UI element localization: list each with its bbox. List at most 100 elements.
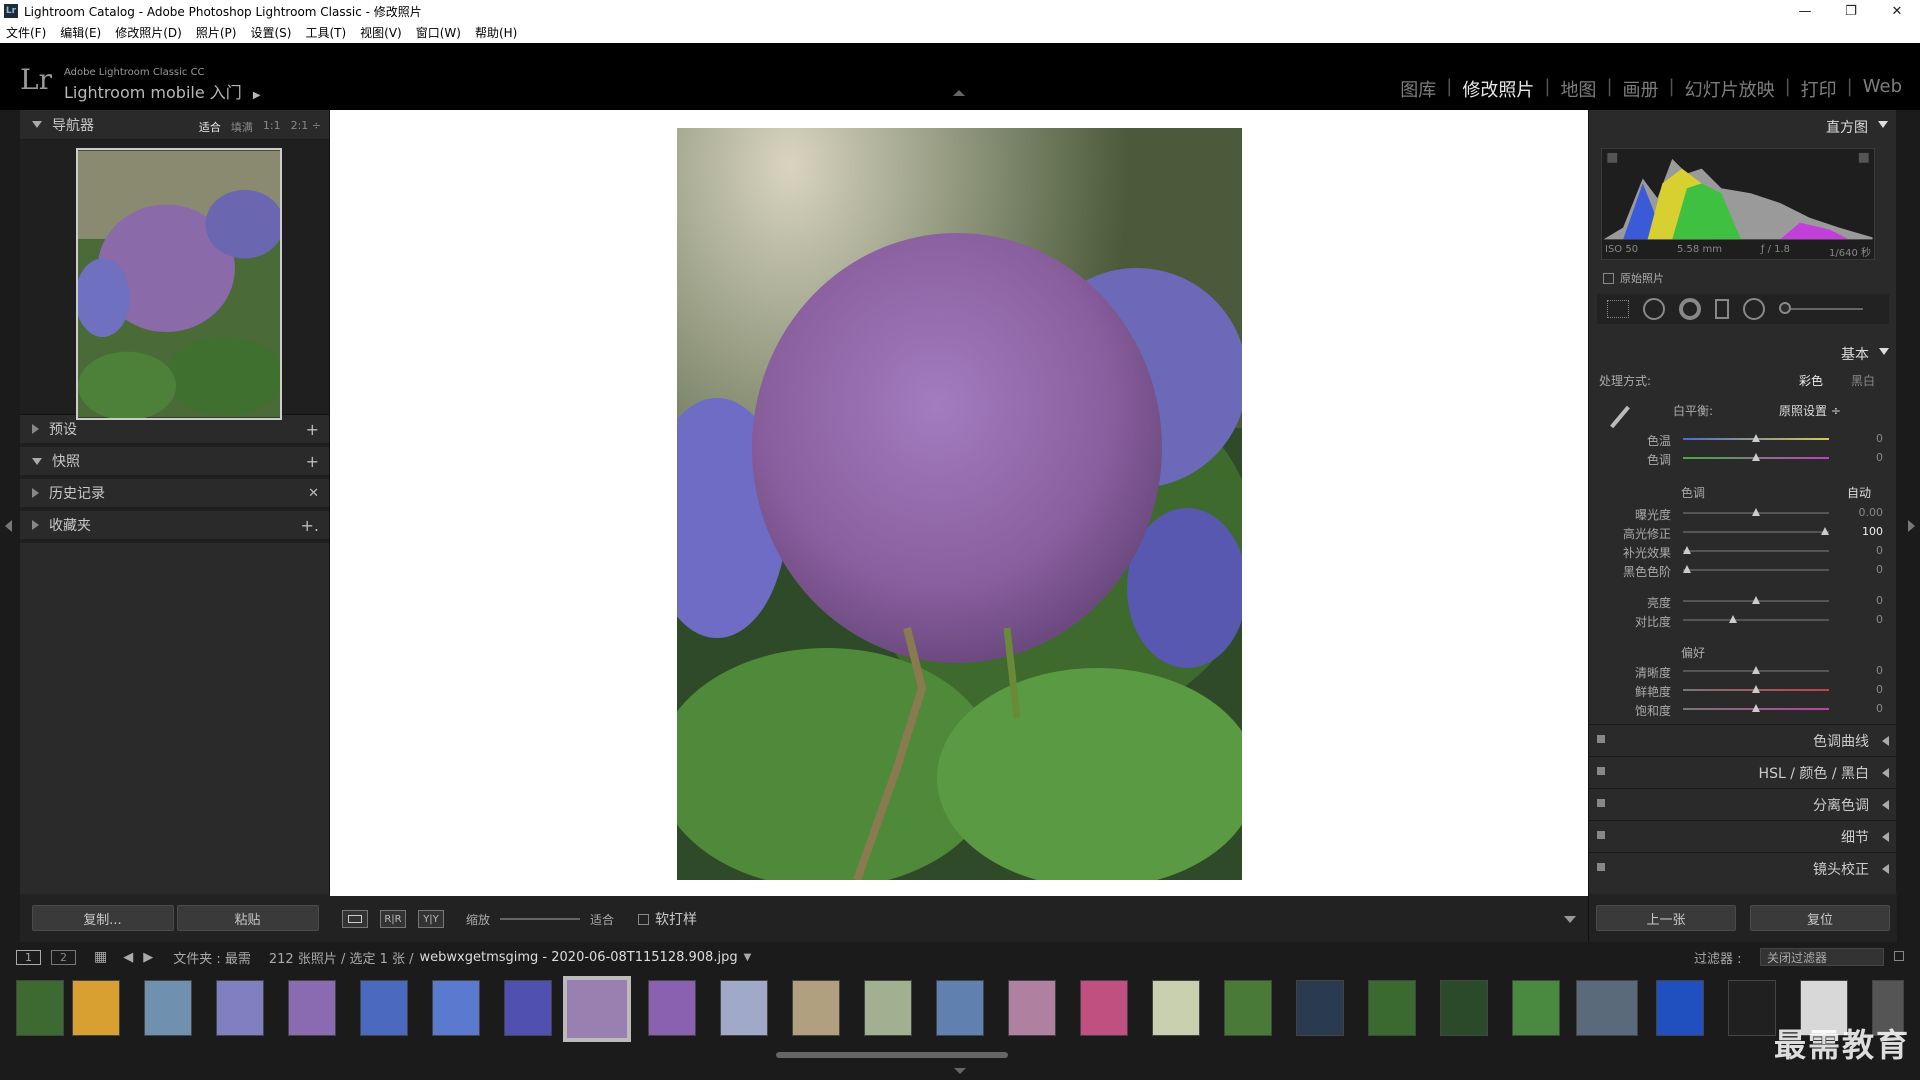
add-collection-icon[interactable]: +. <box>301 516 320 535</box>
collapse-top-arrow-icon[interactable] <box>953 90 965 96</box>
panel-switch-icon[interactable] <box>1597 831 1605 839</box>
module-library[interactable]: 图库 <box>1394 76 1442 102</box>
paste-settings-button[interactable]: 粘贴 <box>176 905 319 931</box>
before-after-lr-icon[interactable]: R|R <box>380 910 406 928</box>
red-eye-icon[interactable] <box>1679 298 1701 320</box>
basic-panel-header[interactable]: 基本 <box>1589 338 1897 366</box>
filmstrip-thumb[interactable] <box>216 980 264 1036</box>
clear-history-icon[interactable]: ✕ <box>308 486 319 501</box>
add-snapshot-icon[interactable]: + <box>306 452 319 471</box>
filmstrip-thumb[interactable] <box>1728 980 1776 1036</box>
minimize-button[interactable]: — <box>1782 0 1828 22</box>
original-photo-checkbox[interactable] <box>1603 272 1614 284</box>
reset-button[interactable]: 复位 <box>1750 905 1890 931</box>
filmstrip-thumb[interactable] <box>1224 980 1272 1036</box>
filmstrip-thumb[interactable] <box>360 980 408 1036</box>
panel-switch-icon[interactable] <box>1597 767 1605 775</box>
maximize-button[interactable]: ❐ <box>1828 0 1874 22</box>
panel-detail[interactable]: 细节 <box>1589 820 1897 850</box>
filmstrip-thumb[interactable] <box>1576 980 1638 1036</box>
panel-hsl[interactable]: HSL / 颜色 / 黑白 <box>1589 756 1897 786</box>
panel-presets[interactable]: 预设 + <box>20 415 329 447</box>
slider-saturation[interactable]: 饱和度 0 <box>1599 702 1889 718</box>
slider-tint[interactable]: 色调 0 <box>1599 451 1889 467</box>
adjustment-brush-slider[interactable] <box>1779 302 1863 314</box>
copy-settings-button[interactable]: 复制... <box>31 905 174 931</box>
filmstrip-thumb[interactable] <box>720 980 768 1036</box>
nav-fill[interactable]: 填满 <box>231 119 253 135</box>
slider-temperature[interactable]: 色温 0 <box>1599 432 1889 448</box>
filmstrip-thumb[interactable] <box>1512 980 1560 1036</box>
nav-1to1[interactable]: 1:1 <box>263 119 281 135</box>
nav-fit[interactable]: 适合 <box>199 119 221 135</box>
graduated-filter-icon[interactable] <box>1715 299 1729 319</box>
toolbar-menu-icon[interactable] <box>1564 916 1576 923</box>
filmstrip-thumb-selected[interactable] <box>563 976 631 1042</box>
panel-switch-icon[interactable] <box>1597 799 1605 807</box>
panel-switch-icon[interactable] <box>1597 863 1605 871</box>
source-folder[interactable]: 文件夹 : 最需 <box>173 948 251 967</box>
filmstrip-thumb[interactable] <box>1440 980 1488 1036</box>
menu-tools[interactable]: 工具(T) <box>305 24 346 41</box>
filmstrip-thumb[interactable] <box>504 980 552 1036</box>
softproof-checkbox[interactable] <box>638 913 650 925</box>
slider-highlights[interactable]: 高光修正 100 <box>1599 525 1889 541</box>
previous-settings-button[interactable]: 上一张 <box>1596 905 1736 931</box>
module-slideshow[interactable]: 幻灯片放映 <box>1679 76 1781 102</box>
lightroom-mobile-link[interactable]: Lightroom mobile 入门 ▶ <box>64 79 261 103</box>
filmstrip-thumb[interactable] <box>288 980 336 1036</box>
collapse-left-arrow-icon[interactable] <box>5 520 12 532</box>
main-window-button[interactable]: 1 <box>16 949 41 965</box>
nav-2to1[interactable]: 2:1 ÷ <box>291 119 321 135</box>
wb-select[interactable]: 原照设置 ÷ <box>1779 402 1841 419</box>
forward-arrow-icon[interactable]: ▶ <box>143 950 153 965</box>
panel-snapshots[interactable]: 快照 + <box>20 447 329 479</box>
zoom-slider[interactable] <box>500 918 581 920</box>
filmstrip-thumb[interactable] <box>1656 980 1704 1036</box>
close-button[interactable]: ✕ <box>1874 0 1920 22</box>
histogram-header[interactable]: 直方图 <box>1589 110 1896 140</box>
treatment-color[interactable]: 彩色 <box>1799 372 1823 389</box>
navigator-preview[interactable] <box>20 140 329 420</box>
navigator-thumbnail[interactable] <box>76 148 282 420</box>
radial-filter-icon[interactable] <box>1743 298 1765 320</box>
filmstrip-thumb[interactable] <box>1152 980 1200 1036</box>
before-after-tb-icon[interactable]: Y|Y <box>418 910 444 928</box>
filmstrip-thumb[interactable] <box>864 980 912 1036</box>
module-map[interactable]: 地图 <box>1554 76 1602 102</box>
menu-help[interactable]: 帮助(H) <box>475 24 517 41</box>
slider-fill-light[interactable]: 补光效果 0 <box>1599 544 1889 560</box>
menu-develop[interactable]: 修改照片(D) <box>115 24 182 41</box>
original-photo-toggle[interactable]: 原始照片 <box>1603 270 1664 286</box>
panel-lens-correction[interactable]: 镜头校正 <box>1589 852 1897 882</box>
menu-photo[interactable]: 照片(P) <box>196 24 237 41</box>
menu-settings[interactable]: 设置(S) <box>250 24 291 41</box>
filter-lock-icon[interactable] <box>1894 951 1904 961</box>
filmstrip-scrollbar[interactable] <box>776 1052 1008 1058</box>
panel-switch-icon[interactable] <box>1597 735 1605 743</box>
menu-edit[interactable]: 编辑(E) <box>60 24 101 41</box>
panel-split-toning[interactable]: 分离色调 <box>1589 788 1897 818</box>
module-develop[interactable]: 修改照片 <box>1456 76 1540 102</box>
crop-tool-icon[interactable] <box>1607 300 1629 318</box>
filmstrip-thumb[interactable] <box>72 980 120 1036</box>
filmstrip-thumb[interactable] <box>1368 980 1416 1036</box>
filmstrip-thumb[interactable] <box>936 980 984 1036</box>
slider-brightness[interactable]: 亮度 0 <box>1599 594 1889 610</box>
secondary-window-button[interactable]: 2 <box>51 949 76 965</box>
back-arrow-icon[interactable]: ◀ <box>123 950 133 965</box>
current-filename[interactable]: webwxgetmsgimg - 2020-06-08T115128.908.j… <box>420 950 738 965</box>
loupe-view-icon[interactable] <box>342 910 368 928</box>
slider-exposure[interactable]: 曝光度 0.00 <box>1599 506 1889 522</box>
filename-dropdown-icon[interactable]: ▼ <box>744 952 752 963</box>
filmstrip-thumb[interactable] <box>1080 980 1128 1036</box>
treatment-bw[interactable]: 黑白 <box>1851 372 1875 389</box>
slider-contrast[interactable]: 对比度 0 <box>1599 613 1889 629</box>
menu-view[interactable]: 视图(V) <box>360 24 402 41</box>
slider-blacks[interactable]: 黑色色阶 0 <box>1599 563 1889 579</box>
menu-file[interactable]: 文件(F) <box>6 24 46 41</box>
filmstrip-thumb[interactable] <box>16 980 64 1036</box>
main-photo[interactable] <box>677 128 1242 880</box>
slider-clarity[interactable]: 清晰度 0 <box>1599 664 1889 680</box>
module-book[interactable]: 画册 <box>1617 76 1665 102</box>
